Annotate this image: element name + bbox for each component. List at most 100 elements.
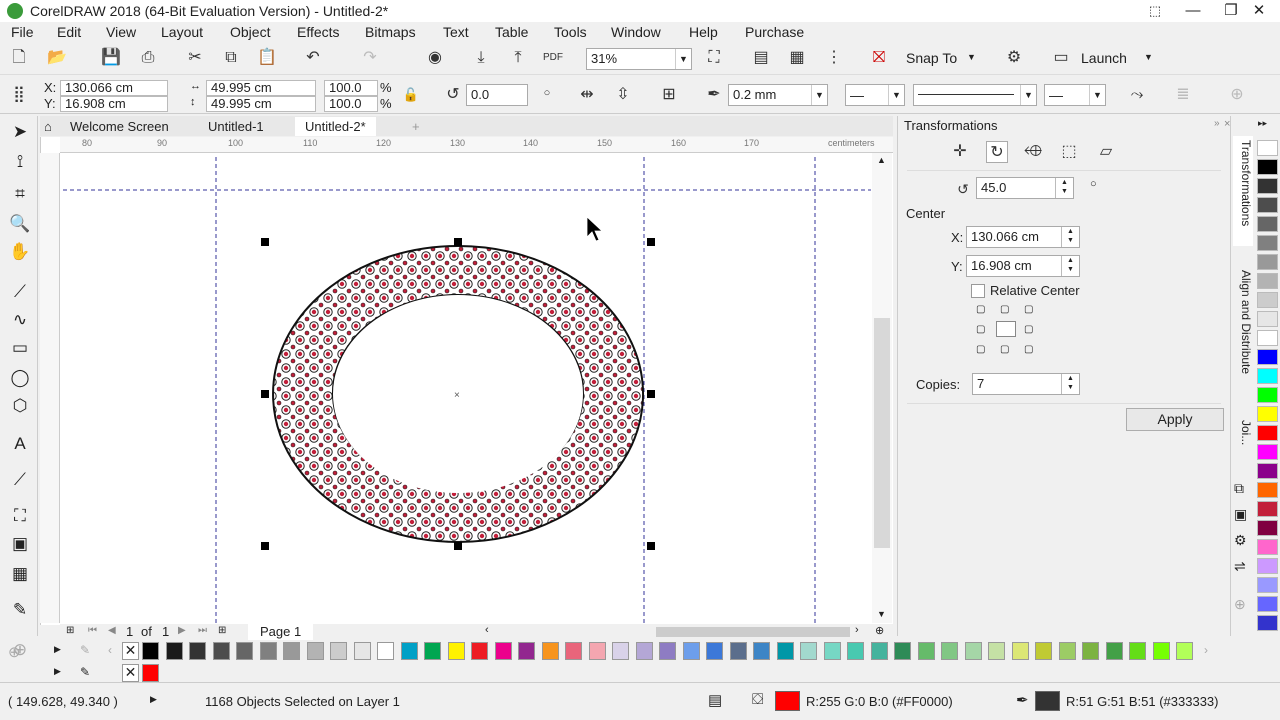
color-swatch[interactable] [1257,235,1278,251]
add-palette-icon[interactable]: ⊕ [8,643,21,661]
color-swatch[interactable] [1257,254,1278,270]
spinner-icon[interactable]: ▲ ▼ [1061,374,1079,394]
selection-handle[interactable] [647,542,655,550]
spinner-icon[interactable]: ▲ ▼ [1061,256,1079,276]
x-position-field[interactable]: 130.066 cm [60,80,168,96]
chevron-left-icon[interactable]: ‹ [485,624,489,636]
selection-handle[interactable] [647,390,655,398]
color-swatch[interactable] [1257,159,1278,175]
rotation-center-icon[interactable]: × [454,390,460,401]
next-page-icon[interactable]: ▶ [178,625,186,636]
color-swatch[interactable] [565,642,582,660]
palette-menu-icon[interactable]: ▶ [54,644,61,655]
color-swatch[interactable] [1058,642,1076,660]
end-arrowhead-select[interactable]: — ▼ [1044,84,1106,106]
tab-welcome-screen[interactable]: Welcome Screen [60,117,179,136]
center-y-input[interactable]: 16.908 cm ▲ ▼ [966,255,1080,277]
add-docker-icon[interactable]: ⊕ [1234,596,1246,613]
skew-icon[interactable]: ▱ [1095,141,1117,163]
tab-transformations[interactable]: Transformations [1233,136,1253,246]
scale-height-field[interactable]: 100.0 [324,96,378,112]
add-page-icon[interactable]: ⊞ [66,625,74,636]
eyedropper-icon[interactable]: ✎ [8,598,32,622]
selection-handle[interactable] [647,238,655,246]
color-swatch[interactable] [1176,642,1193,660]
color-swatch[interactable] [189,642,206,660]
color-swatch[interactable] [1257,615,1278,631]
color-swatch[interactable] [471,642,488,660]
anchor-bottom-right[interactable]: ▢ [1024,344,1033,355]
color-swatch[interactable] [283,642,300,660]
print-icon[interactable]: ⎙ [137,47,159,69]
color-swatch[interactable] [1257,501,1278,517]
scale-mirror-icon[interactable]: ⬲ [1022,141,1044,163]
color-swatch[interactable] [706,642,723,660]
color-swatch[interactable] [729,642,747,660]
cut-icon[interactable]: ✂ [184,47,206,69]
chevron-down-icon[interactable]: ▼ [967,52,976,62]
zoom-fit-icon[interactable]: ⊕ [875,624,884,637]
menu-tools[interactable]: Tools [554,24,587,40]
rotation-angle-field[interactable]: 0.0 [466,84,528,106]
full-screen-icon[interactable]: ⛶ [703,47,725,69]
outline-width-select[interactable]: 0.2 mm ▼ [728,84,828,106]
anchor-middle-right[interactable]: ▢ [1024,324,1033,335]
close-button[interactable]: ✕ [1238,0,1280,22]
color-swatch[interactable] [377,642,394,660]
zoom-level-select[interactable]: 31% ▼ [586,48,692,70]
selection-handle[interactable] [261,238,269,246]
center-x-input[interactable]: 130.066 cm ▲ ▼ [966,226,1080,248]
color-swatch[interactable] [1257,368,1278,384]
properties-icon[interactable]: ⚙ [1234,532,1247,549]
page-tab[interactable]: Page 1 [248,624,314,640]
menu-file[interactable]: File [11,24,34,40]
horizontal-scrollbar-thumb[interactable] [656,627,850,637]
color-swatch[interactable] [142,642,159,660]
show-rulers-icon[interactable]: ▤ [750,47,772,69]
color-swatch[interactable] [1257,596,1278,612]
color-swatch[interactable] [659,642,676,660]
width-field[interactable]: 49.995 cm [206,80,316,96]
color-swatch[interactable] [1257,311,1278,327]
chevron-down-icon[interactable]: ▼ [877,609,886,619]
menu-object[interactable]: Object [230,24,270,40]
color-swatch[interactable] [988,642,1005,660]
redo-icon[interactable]: ↷ [359,47,381,69]
color-swatch[interactable] [776,642,794,660]
color-swatch[interactable] [1257,387,1278,403]
color-swatch[interactable] [1257,463,1278,479]
frame-icon[interactable]: ▣ [1234,506,1247,523]
color-swatch[interactable] [1257,273,1278,289]
menu-layout[interactable]: Layout [161,24,203,40]
spinner-icon[interactable]: ▲ ▼ [1061,227,1079,247]
alignment-guides-icon[interactable]: ⛝ [868,47,890,69]
selection-handle[interactable] [454,542,462,550]
snap-to-button[interactable]: Snap To [906,50,957,66]
menu-view[interactable]: View [106,24,136,40]
anchor-center[interactable] [996,321,1016,337]
color-swatch[interactable] [1257,539,1278,555]
tab-untitled-1[interactable]: Untitled-1 [198,117,274,136]
last-page-icon[interactable]: ⏭ [198,625,207,636]
color-swatch[interactable] [847,642,864,660]
color-swatch[interactable] [306,642,324,660]
apply-button[interactable]: Apply [1126,408,1224,431]
menu-table[interactable]: Table [495,24,528,40]
relative-center-checkbox[interactable] [971,284,985,298]
position-icon[interactable]: ✛ [949,141,971,163]
selection-handle[interactable] [261,542,269,550]
height-field[interactable]: 49.995 cm [206,96,316,112]
selection-handle[interactable] [261,390,269,398]
crop-tool-icon[interactable]: ⌗ [8,182,32,206]
color-swatch[interactable] [541,642,559,660]
color-swatch[interactable] [400,642,418,660]
eyedropper-icon[interactable]: ✎ [80,665,90,679]
copies-input[interactable]: 7 ▲ ▼ [972,373,1080,395]
color-swatch[interactable] [165,642,183,660]
scroll-left-icon[interactable]: ‹ [108,643,112,657]
freehand-tool-icon[interactable]: ⟋ [8,280,32,304]
spinner-icon[interactable]: ▲ ▼ [1055,178,1073,198]
hints-icon[interactable]: ⇌ [1234,558,1246,575]
color-swatch[interactable] [353,642,371,660]
rotation-angle-input[interactable]: 45.0 ▲ ▼ [976,177,1074,199]
